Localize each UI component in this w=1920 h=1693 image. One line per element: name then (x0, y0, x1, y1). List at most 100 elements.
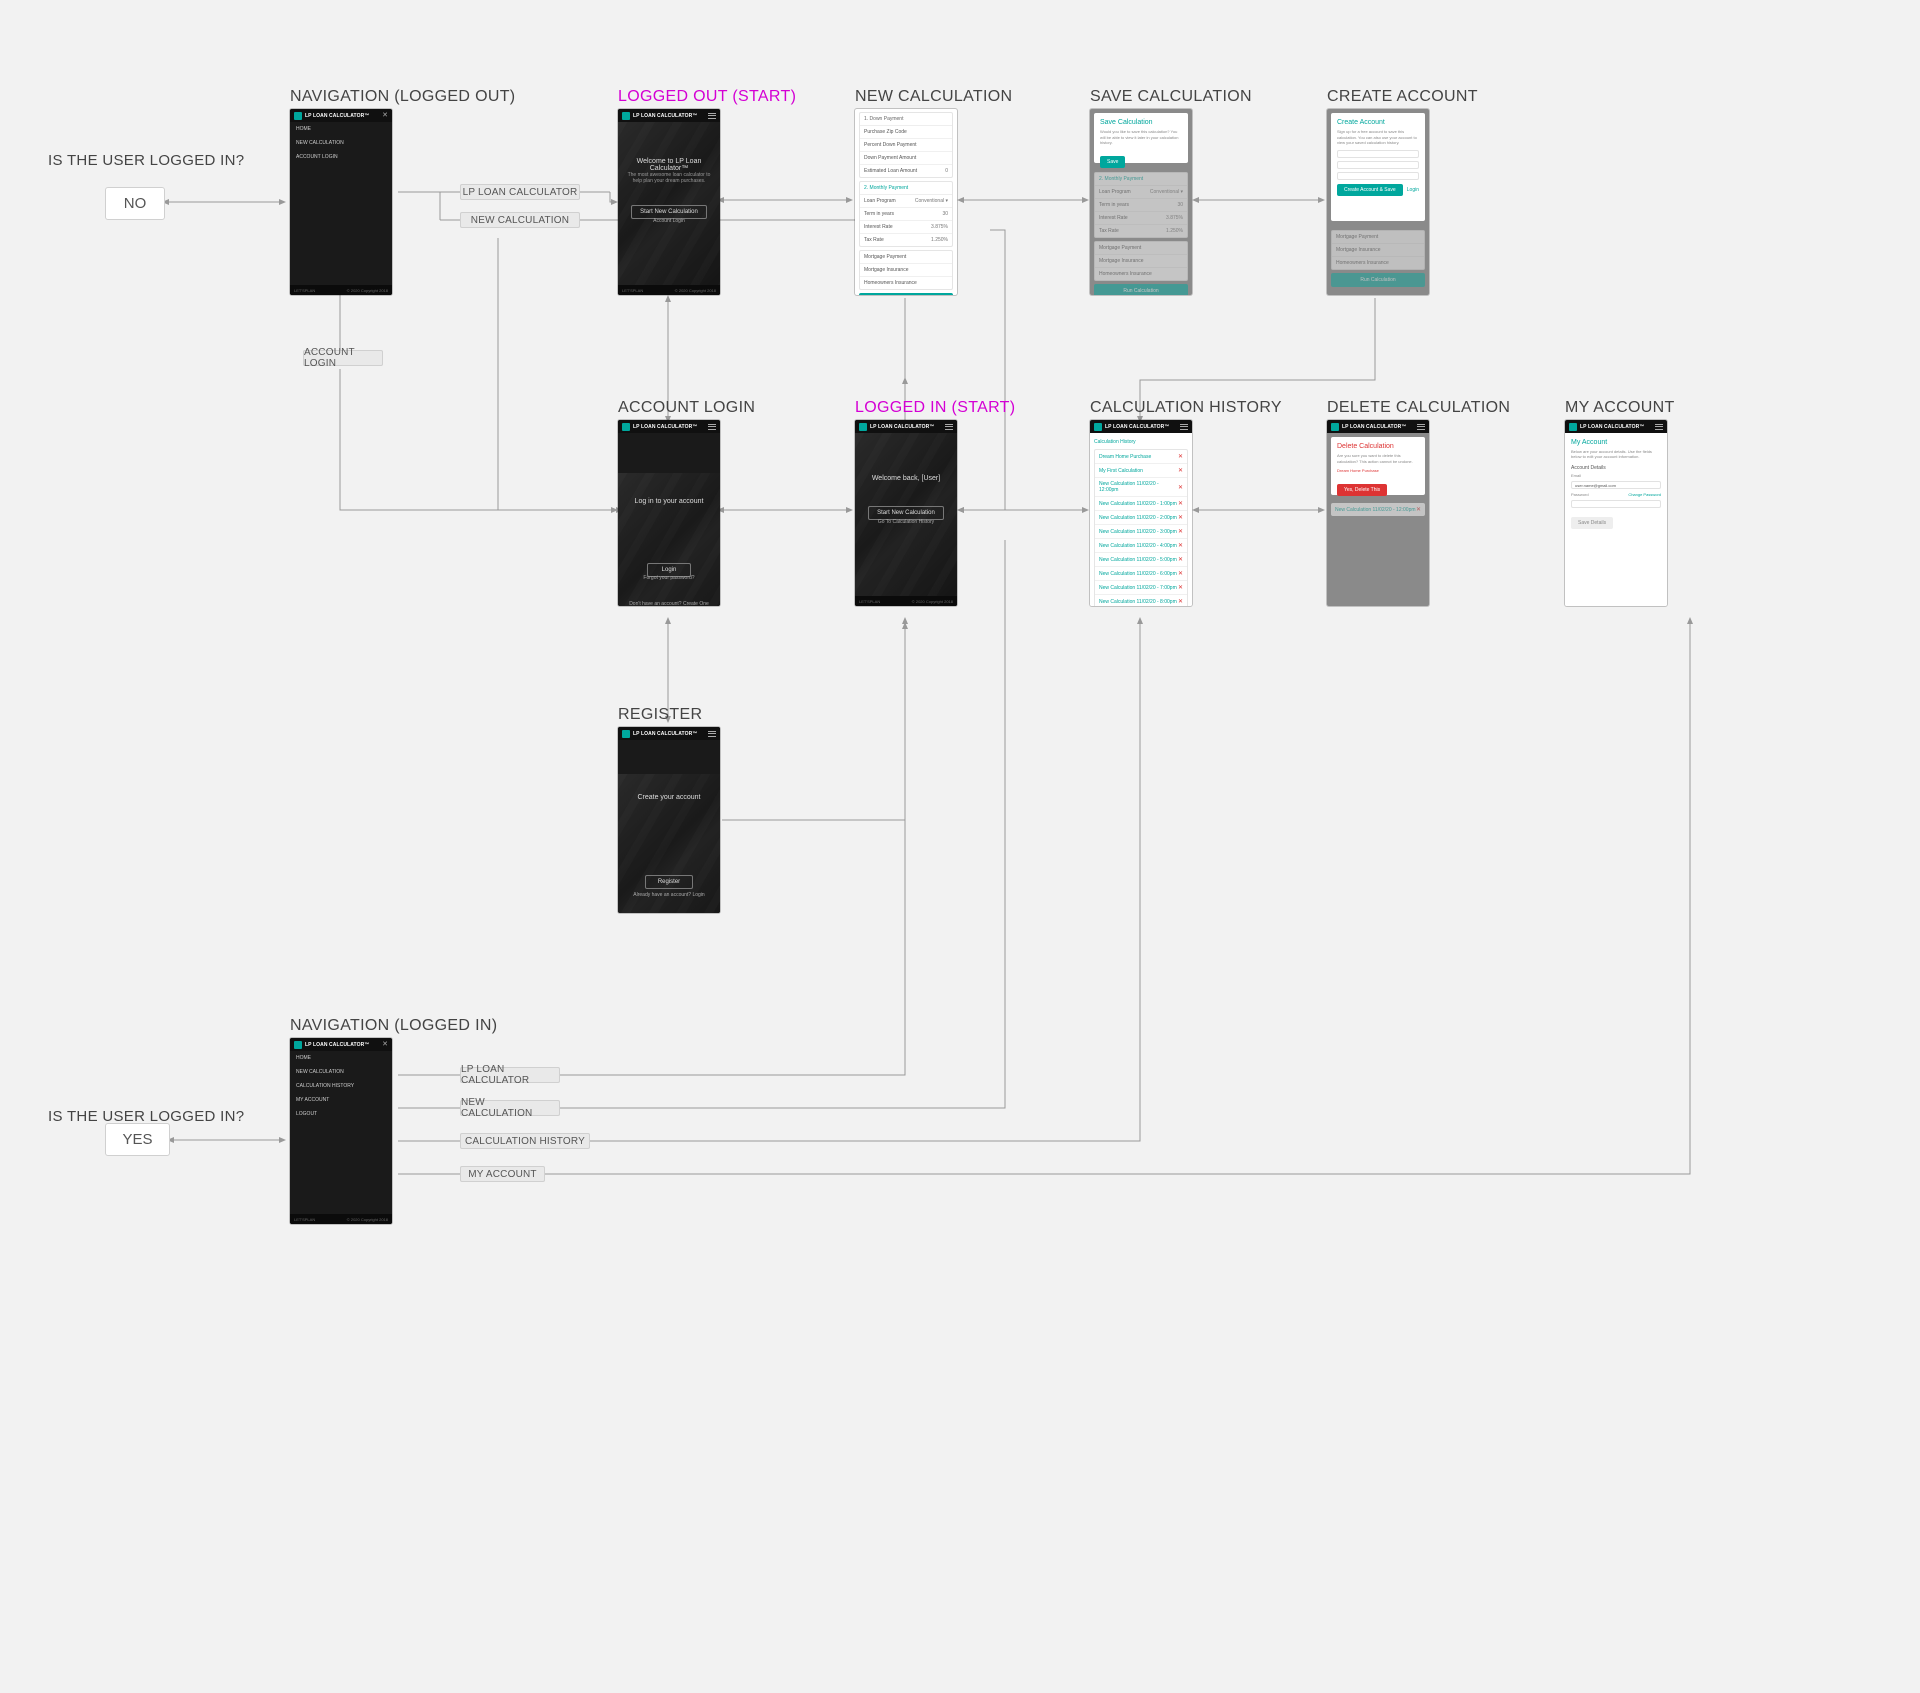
confirm-delete-button[interactable]: Yes, Delete This (1337, 484, 1387, 496)
question-logged-in-1: IS THE USER LOGGED IN? (48, 152, 244, 169)
label-register: REGISTER (618, 706, 702, 724)
tag-lp-loan-calculator-1[interactable]: LP LOAN CALCULATOR (460, 184, 580, 200)
save-button[interactable]: Save (1100, 156, 1125, 168)
menu-icon[interactable] (708, 424, 716, 430)
nav-item[interactable]: HOME (290, 122, 392, 136)
change-password-link[interactable]: Change Password (1628, 492, 1661, 497)
close-icon[interactable]: ✕ (382, 112, 388, 119)
delete-icon[interactable]: ✕ (1178, 542, 1183, 549)
delete-icon[interactable]: ✕ (1178, 514, 1183, 521)
history-row[interactable]: New Calculation 11/02/20 - 4:00pm✕ (1095, 539, 1187, 553)
create-account-button[interactable]: Create Account & Save (1337, 184, 1403, 196)
app-logo-icon (1331, 423, 1339, 431)
screen-nav-logged-out[interactable]: LP LOAN CALCULATOR™ ✕ HOME NEW CALCULATI… (290, 109, 392, 295)
history-row[interactable]: My First Calculation✕ (1095, 464, 1187, 478)
menu-icon[interactable] (708, 731, 716, 737)
nav-item[interactable]: MY ACCOUNT (290, 1093, 392, 1107)
screen-save-calculation[interactable]: Save Calculation Would you like to save … (1090, 109, 1192, 295)
delete-icon[interactable]: ✕ (1178, 500, 1183, 507)
start-new-calc-button[interactable]: Start New Calculation (868, 506, 944, 520)
modal-title: Create Account (1337, 119, 1419, 126)
history-row[interactable]: New Calculation 11/02/20 - 5:00pm✕ (1095, 553, 1187, 567)
register-heading: Create your account (618, 794, 720, 801)
login-link[interactable]: Already have an account? Login (618, 892, 720, 898)
screen-logged-out-start[interactable]: LP LOAN CALCULATOR™ Welcome to LP Loan C… (618, 109, 720, 295)
label-nav-logged-in: NAVIGATION (LOGGED IN) (290, 1017, 497, 1035)
tag-new-calculation-1[interactable]: NEW CALCULATION (460, 212, 580, 228)
app-title: LP LOAN CALCULATOR™ (633, 113, 705, 119)
delete-icon[interactable]: ✕ (1178, 556, 1183, 563)
chip-no-label: NO (124, 195, 147, 212)
menu-icon[interactable] (1180, 424, 1188, 430)
app-title: LP LOAN CALCULATOR™ (305, 113, 379, 119)
screen-nav-logged-in[interactable]: LP LOAN CALCULATOR™ ✕ HOME NEW CALCULATI… (290, 1038, 392, 1224)
tag-calculation-history[interactable]: CALCULATION HISTORY (460, 1133, 590, 1149)
history-row[interactable]: New Calculation 11/02/20 - 3:00pm✕ (1095, 525, 1187, 539)
forgot-password-link[interactable]: Forgot your password? (618, 575, 720, 581)
screen-register[interactable]: LP LOAN CALCULATOR™ Create your account … (618, 727, 720, 913)
my-account-title: My Account (1571, 439, 1661, 446)
tag-new-calculation-2[interactable]: NEW CALCULATION (460, 1100, 560, 1116)
label-delete-calculation: DELETE CALCULATION (1327, 399, 1510, 417)
delete-icon[interactable]: ✕ (1178, 453, 1183, 460)
welcome-heading: Welcome to LP Loan Calculator™ (618, 158, 720, 172)
tag-lp-loan-calculator-2[interactable]: LP LOAN CALCULATOR (460, 1067, 560, 1083)
password-field[interactable] (1337, 161, 1419, 169)
history-row[interactable]: Dream Home Purchase✕ (1095, 450, 1187, 464)
history-row[interactable]: New Calculation 11/02/20 - 12:00pm✕ (1095, 478, 1187, 497)
email-value[interactable]: user.name@gmail.com (1575, 483, 1616, 488)
history-row[interactable]: New Calculation 11/02/20 - 2:00pm✕ (1095, 511, 1187, 525)
history-row[interactable]: New Calculation 11/02/20 - 8:00pm✕ (1095, 595, 1187, 606)
tag-account-login[interactable]: ACCOUNT LOGIN (303, 350, 383, 366)
screen-my-account[interactable]: LP LOAN CALCULATOR™ My Account Below are… (1565, 420, 1667, 606)
go-history-link[interactable]: Go To Calculation History (855, 519, 957, 525)
screen-delete-calculation[interactable]: LP LOAN CALCULATOR™ Delete Calculation A… (1327, 420, 1429, 606)
history-row[interactable]: New Calculation 11/02/20 - 1:00pm✕ (1095, 497, 1187, 511)
login-heading: Log in to your account (618, 498, 720, 505)
label-my-account: MY ACCOUNT (1565, 399, 1675, 417)
nav-item[interactable]: NEW CALCULATION (290, 1065, 392, 1079)
tag-my-account[interactable]: MY ACCOUNT (460, 1166, 545, 1182)
nav-item[interactable]: HOME (290, 1051, 392, 1065)
chip-yes-label: YES (122, 1131, 152, 1148)
menu-icon[interactable] (1655, 424, 1663, 430)
screen-logged-in-start[interactable]: LP LOAN CALCULATOR™ Welcome back, [User]… (855, 420, 957, 606)
screen-new-calculation[interactable]: 1. Down Payment Purchase Zip Code Percen… (855, 109, 957, 295)
nav-item[interactable]: CALCULATION HISTORY (290, 1079, 392, 1093)
delete-icon[interactable]: ✕ (1178, 598, 1183, 605)
nav-item[interactable]: ACCOUNT LOGIN (290, 150, 392, 164)
history-row[interactable]: New Calculation 11/02/20 - 7:00pm✕ (1095, 581, 1187, 595)
run-calculation-button[interactable]: Run Calculation (859, 293, 953, 295)
screen-account-login[interactable]: LP LOAN CALCULATOR™ Log in to your accou… (618, 420, 720, 606)
delete-icon[interactable]: ✕ (1178, 528, 1183, 535)
delete-icon[interactable]: ✕ (1178, 584, 1183, 591)
email-field[interactable] (1337, 150, 1419, 158)
modal-text: Would you like to save this calculation?… (1100, 129, 1182, 146)
menu-icon[interactable] (708, 113, 716, 119)
menu-icon[interactable] (1417, 424, 1425, 430)
screen-create-account[interactable]: Create Account Sign up for a free accoun… (1327, 109, 1429, 295)
save-details-button[interactable]: Save Details (1571, 517, 1613, 529)
section-header: 1. Down Payment (860, 113, 952, 126)
delete-icon[interactable]: ✕ (1178, 570, 1183, 577)
menu-icon[interactable] (945, 424, 953, 430)
label-calculation-history: CALCULATION HISTORY (1090, 399, 1282, 417)
nav-item[interactable]: LOGOUT (290, 1107, 392, 1121)
screen-calculation-history[interactable]: LP LOAN CALCULATOR™ Calculation History … (1090, 420, 1192, 606)
close-icon[interactable]: ✕ (382, 1041, 388, 1048)
history-row[interactable]: New Calculation 11/02/20 - 6:00pm✕ (1095, 567, 1187, 581)
register-button[interactable]: Register (645, 875, 693, 889)
label-logged-in-start: LOGGED IN (START) (855, 399, 1015, 417)
delete-icon[interactable]: ✕ (1178, 484, 1183, 491)
flowchart-canvas: IS THE USER LOGGED IN? NO NAVIGATION (LO… (0, 0, 1920, 1693)
app-logo-icon (859, 423, 867, 431)
confirm-password-field[interactable] (1337, 172, 1419, 180)
login-link[interactable]: Login (1407, 187, 1419, 193)
app-logo-icon (1569, 423, 1577, 431)
label-save-calculation: SAVE CALCULATION (1090, 88, 1252, 106)
nav-item[interactable]: NEW CALCULATION (290, 136, 392, 150)
create-account-link[interactable]: Don't have an account? Create One (618, 601, 720, 606)
account-login-link[interactable]: Account Login (618, 218, 720, 224)
start-new-calc-button[interactable]: Start New Calculation (631, 205, 707, 219)
delete-icon[interactable]: ✕ (1178, 467, 1183, 474)
